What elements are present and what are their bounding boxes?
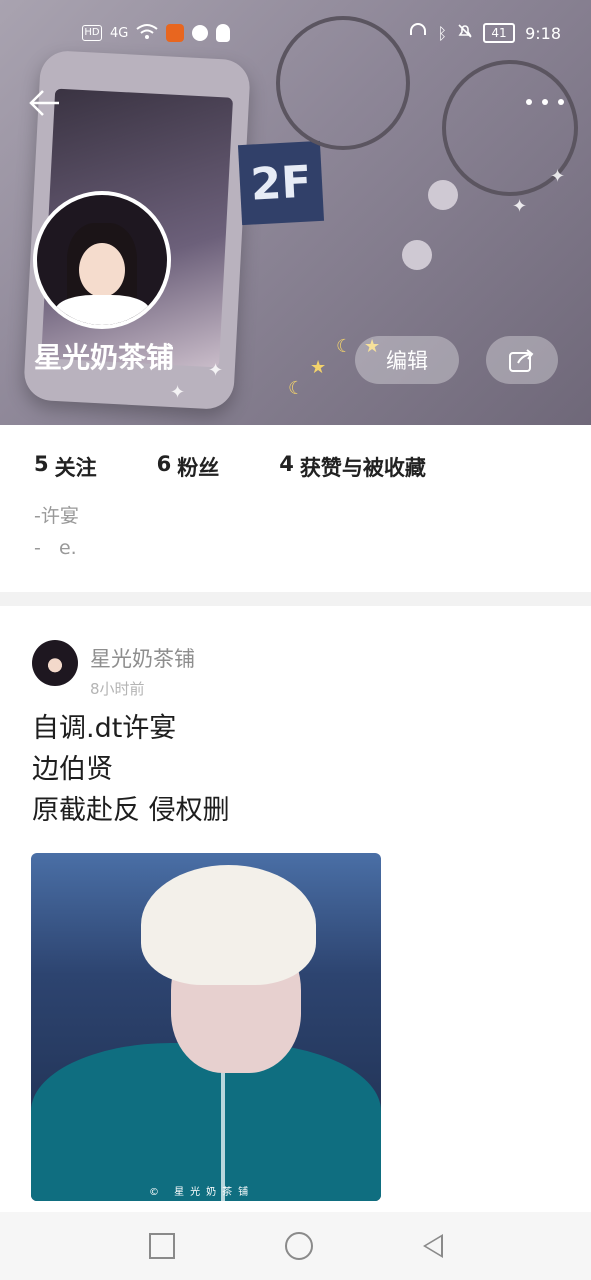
sparkle-icon: ✦	[512, 196, 528, 217]
status-left-icons: HD 4G	[82, 23, 231, 43]
sparkle-icon: ✦	[208, 360, 224, 381]
profile-header-banner: 2F ★ ☾ ★ ☾ ✦ ✦ ✦ ✦ HD 4G ᛒ 41 9:18 星光奶茶铺…	[0, 0, 591, 425]
post-image[interactable]: © 星光奶茶铺	[31, 853, 381, 1201]
profile-stats: 5 关注 6 粉丝 4 获赞与被收藏	[34, 452, 486, 482]
section-divider	[0, 592, 591, 606]
post-text-line: 边伯贤	[32, 754, 113, 785]
post-image-watermark: © 星光奶茶铺	[149, 1187, 255, 1198]
profile-bio: -许宴 - e.	[34, 500, 79, 564]
mute-bell-icon	[457, 23, 473, 43]
post-content[interactable]: 自调.dt许宴 边伯贤 原截赴反 侵权删	[32, 708, 230, 831]
system-navigation-bar	[0, 1212, 591, 1280]
app-notification-icon	[166, 24, 185, 42]
likes-label: 获赞与被收藏	[299, 456, 426, 480]
earbud-image	[428, 180, 458, 210]
moon-decoration-icon: ☾	[336, 336, 353, 357]
headphone-icon	[409, 23, 427, 43]
banner-2f-patch: 2F	[237, 140, 325, 226]
sparkle-icon: ✦	[170, 382, 186, 403]
likes-count: 4	[279, 452, 294, 476]
likes-collects-stat[interactable]: 4 获赞与被收藏	[279, 452, 426, 482]
post-text-line: 原截赴反 侵权删	[32, 795, 230, 826]
home-button[interactable]	[284, 1232, 313, 1260]
status-bar: HD 4G ᛒ 41 9:18	[0, 18, 591, 50]
hd-icon: HD	[82, 25, 102, 41]
sparkle-icon: ✦	[550, 166, 566, 187]
post-author-avatar[interactable]	[32, 640, 78, 686]
qq-icon	[216, 24, 231, 42]
more-dots-icon	[526, 99, 532, 105]
edit-profile-button[interactable]: 编辑	[355, 336, 459, 384]
post-timestamp: 8小时前	[90, 680, 145, 698]
following-label: 关注	[54, 456, 97, 480]
post-author-name[interactable]: 星光奶茶铺	[90, 643, 195, 673]
wifi-icon	[136, 23, 158, 43]
battery-indicator: 41	[483, 23, 516, 43]
vpn-icon	[192, 25, 209, 41]
moon-decoration-icon: ☾	[288, 378, 305, 399]
following-stat[interactable]: 5 关注	[34, 452, 97, 482]
following-count: 5	[34, 452, 49, 476]
avatar-shirt	[55, 295, 150, 325]
star-decoration-icon: ★	[310, 357, 327, 378]
arrow-left-icon	[29, 90, 59, 116]
followers-stat[interactable]: 6 粉丝	[157, 452, 220, 482]
bluetooth-icon: ᛒ	[437, 23, 448, 43]
status-right-icons: ᛒ 41 9:18	[409, 23, 561, 43]
post-text-line: 自调.dt许宴	[32, 713, 177, 744]
clock-time: 9:18	[525, 23, 561, 43]
system-back-button[interactable]	[422, 1234, 443, 1258]
post-image-zipper	[221, 1063, 225, 1201]
signal-icon: 4G	[110, 25, 129, 41]
back-button[interactable]	[28, 86, 62, 120]
profile-name: 星光奶茶铺	[34, 341, 175, 374]
post-image-hair	[141, 865, 316, 985]
followers-count: 6	[156, 452, 172, 476]
share-icon	[509, 349, 534, 372]
more-dots-icon	[558, 99, 564, 105]
bio-line: -许宴	[34, 505, 79, 527]
earbud-image	[402, 240, 432, 270]
recent-apps-button[interactable]	[148, 1233, 175, 1259]
avatar-face	[79, 243, 125, 297]
profile-avatar[interactable]	[33, 191, 171, 329]
share-button[interactable]	[486, 336, 558, 384]
more-dots-icon	[542, 99, 548, 105]
followers-label: 粉丝	[177, 456, 220, 480]
bio-line: - e.	[34, 537, 77, 559]
more-options-button[interactable]	[526, 92, 566, 110]
